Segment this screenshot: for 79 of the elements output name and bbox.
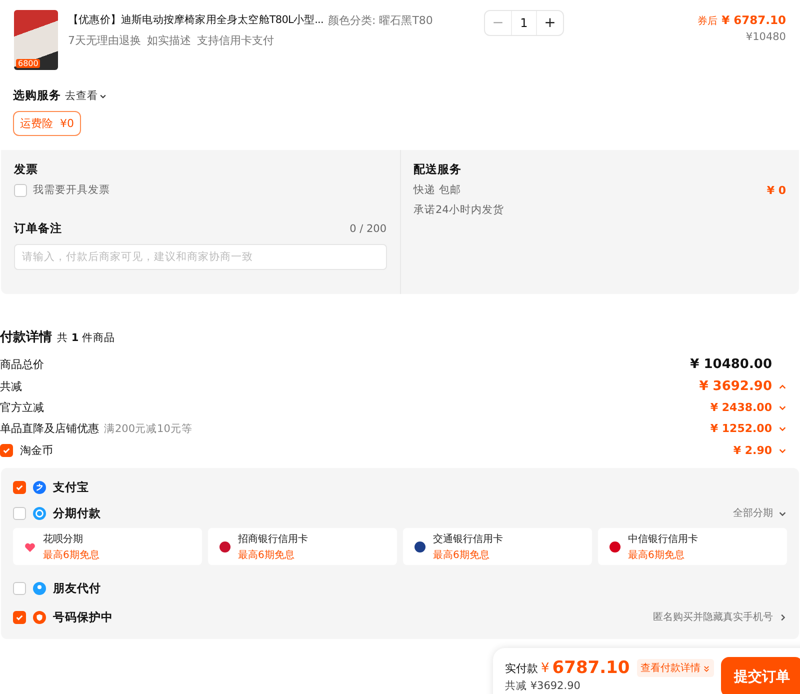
payment-method-link[interactable]: 匿名购买并隐藏真实手机号	[653, 610, 787, 624]
product-tag: 7天无理由退换	[68, 33, 141, 48]
product-tag: 如实描述	[147, 33, 191, 48]
person-icon	[33, 582, 46, 594]
total-label: 实付款	[505, 660, 538, 676]
plus-button[interactable]: +	[537, 11, 563, 35]
double-chevron-icon	[702, 664, 710, 672]
item-count: 共 1 件商品	[57, 331, 115, 345]
installment-promo: 最高6期免息	[628, 548, 686, 562]
price-row-amount: ¥ 10480.00	[690, 356, 772, 372]
installment-name: 花呗分期	[43, 532, 84, 546]
price-row-label: 商品总价	[0, 356, 44, 372]
shield-icon	[33, 610, 46, 624]
bank-logo-icon	[219, 540, 231, 552]
delivery-promise: 承诺24小时内发货	[414, 203, 505, 217]
checkbox[interactable]	[13, 480, 26, 494]
ring-icon	[33, 506, 46, 520]
payment-method-label[interactable]: 号码保护中	[53, 610, 113, 624]
checkbox[interactable]	[14, 184, 27, 196]
note-title: 订单备注	[14, 221, 62, 236]
chevron-icon	[778, 403, 787, 412]
original-price: ¥10480	[746, 31, 786, 43]
check-icon	[15, 482, 24, 492]
payment-method-link[interactable]: 全部分期	[733, 506, 787, 520]
price: ¥ 6787.10	[722, 13, 786, 27]
check-icon	[15, 612, 24, 622]
invoice-option: 我需要开具发票	[33, 183, 110, 197]
checkbox[interactable]	[13, 582, 26, 594]
delivery-method: 快递 包邮	[414, 183, 461, 197]
chevron-icon	[778, 382, 787, 391]
quantity-value[interactable]: 1	[511, 11, 537, 35]
currency-sign: ¥	[541, 660, 550, 676]
price-row-label: 官方立减	[0, 400, 44, 415]
payment-method-label[interactable]: 分期付款	[53, 506, 101, 520]
installment-name: 中信银行信用卡	[628, 532, 698, 546]
bank-logo-icon	[414, 540, 426, 552]
checkbox[interactable]	[0, 444, 13, 457]
product-spec: 颜色分类: 曜石黑T80	[328, 13, 434, 28]
heart-icon	[24, 540, 36, 552]
price-row-label: 单品直降及店铺优惠	[0, 421, 99, 436]
price-row-amount: ¥ 2438.00	[710, 401, 772, 414]
installment-card[interactable]: 招商银行信用卡 最高6期免息	[208, 528, 397, 565]
price-row-label: 淘金币	[20, 443, 53, 458]
installment-promo: 最高6期免息	[433, 548, 490, 562]
installment-name: 交通银行信用卡	[433, 532, 503, 546]
installment-name: 招商银行信用卡	[238, 532, 308, 546]
product-title[interactable]: 【优惠价】迪斯电动按摩椅家用全身太空舱T80L小型...	[68, 13, 324, 27]
image-badge: 6800	[16, 59, 40, 68]
installment-card[interactable]: 花呗分期 最高6期免息	[13, 528, 202, 565]
delivery-title: 配送服务	[414, 162, 462, 177]
price-label: 券后	[698, 14, 718, 28]
delivery-price: ¥ 0	[766, 184, 786, 196]
total-saved: 共减 ¥3692.90	[505, 679, 582, 693]
price-row-amount: ¥ 1252.00	[710, 422, 772, 435]
bank-logo-icon	[609, 540, 621, 552]
price-row-label: 共减	[0, 379, 22, 394]
installment-card[interactable]: 中信银行信用卡 最高6期免息	[598, 528, 787, 565]
services-title: 选购服务	[13, 88, 61, 103]
check-icon	[2, 446, 11, 455]
installment-promo: 最高6期免息	[238, 548, 296, 562]
payment-method-label[interactable]: 朋友代付	[53, 580, 101, 596]
invoice-title: 发票	[14, 162, 39, 177]
chevron-icon	[778, 424, 787, 433]
price-row-amount: ¥ 3692.90	[699, 379, 772, 394]
services-link[interactable]: 去查看	[65, 88, 107, 102]
price-row-note: 满200元减10元等	[104, 422, 192, 436]
product-tag: 支持信用卡支付	[197, 33, 274, 48]
note-input[interactable]: 请输入，付款后商家可见，建议和商家协商一致	[14, 244, 386, 270]
installment-card[interactable]: 交通银行信用卡 最高6期免息	[403, 528, 592, 565]
checkbox[interactable]	[13, 610, 26, 624]
chevron-icon	[778, 446, 787, 455]
price-row-amount: ¥ 2.90	[733, 444, 772, 457]
total-amount: 6787.10	[552, 658, 630, 678]
payment-method-label[interactable]: 支付宝	[53, 480, 89, 494]
checkbox[interactable]	[13, 506, 26, 520]
installment-promo: 最高6期免息	[43, 548, 100, 562]
chevron-icon	[778, 612, 787, 622]
alipay-icon	[33, 480, 46, 494]
note-counter: 0 / 200	[350, 222, 386, 234]
